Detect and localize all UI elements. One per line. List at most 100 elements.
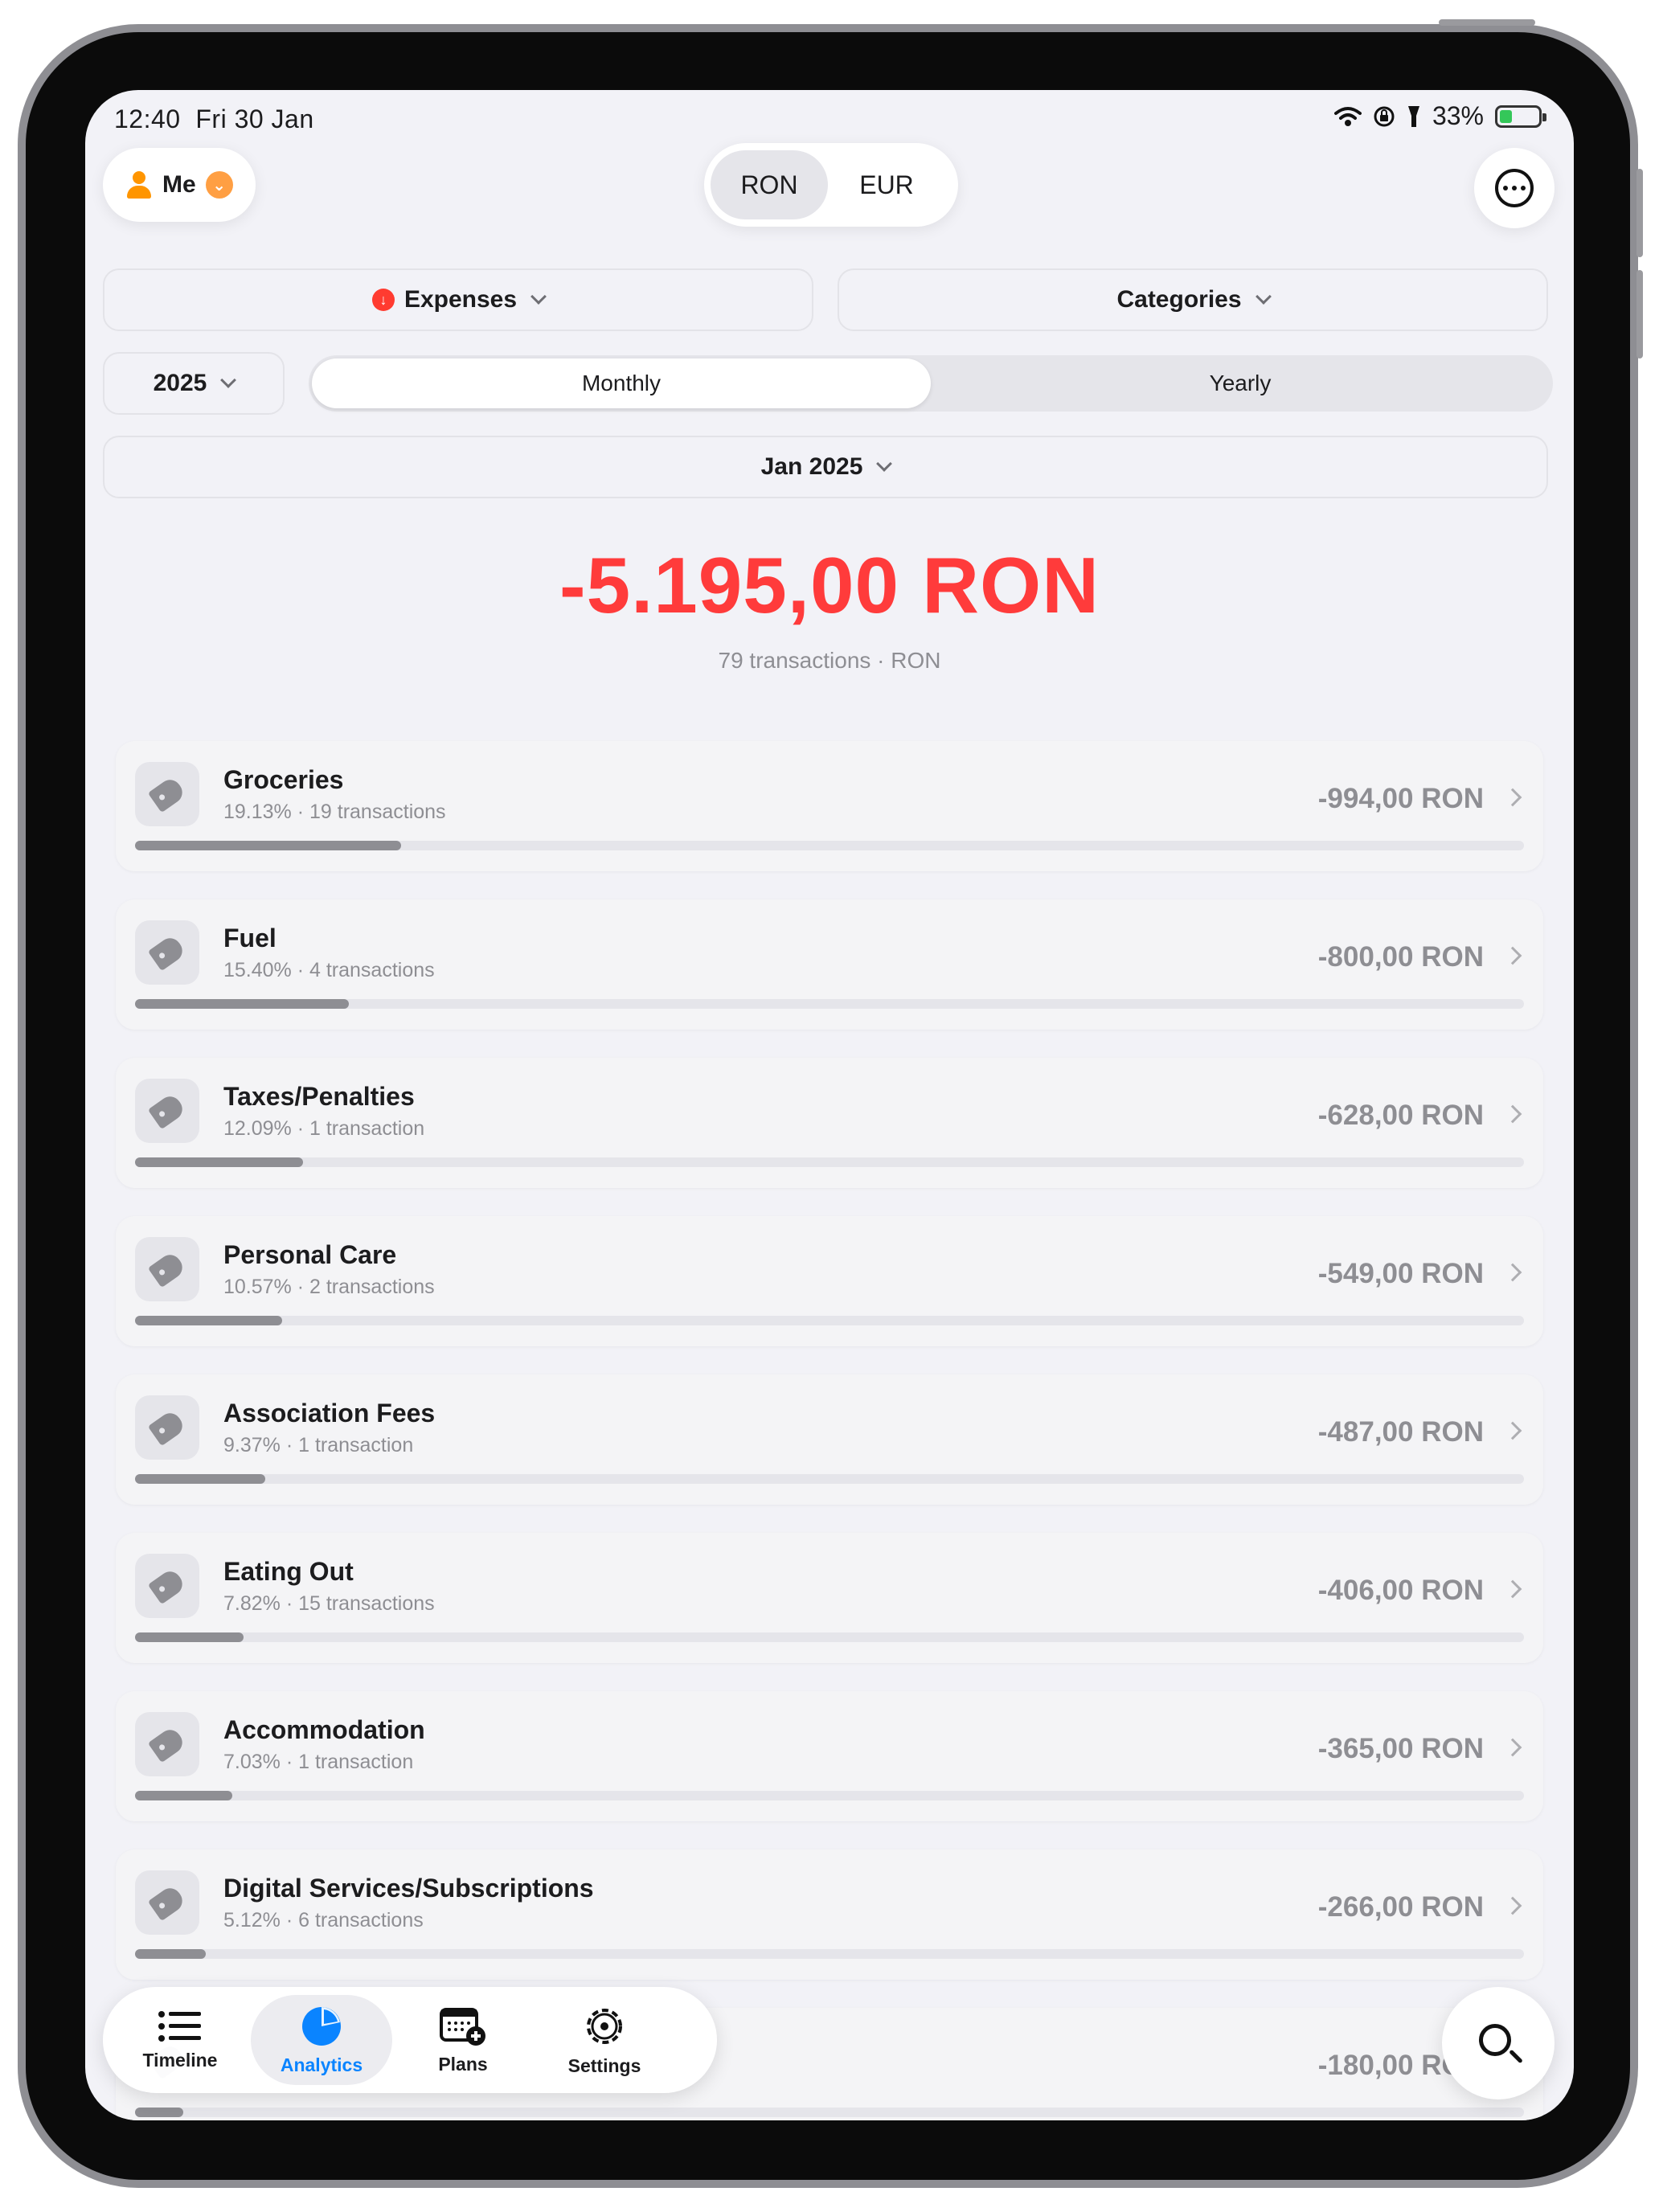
status-right: 33%	[1333, 101, 1546, 131]
category-share-track	[135, 1632, 1524, 1642]
category-amount: -549,00 RON	[1317, 1258, 1484, 1289]
category-share-track	[135, 1949, 1524, 1959]
period-switch: Monthly Yearly	[309, 355, 1553, 412]
category-share-track	[135, 1791, 1524, 1800]
category-meta: 7.82% · 15 transactions	[223, 1592, 435, 1615]
category-row[interactable]: Fuel 15.40% · 4 transactions -800,00 RON	[116, 899, 1543, 1030]
more-options-button[interactable]	[1474, 148, 1555, 228]
currency-option-eur[interactable]: EUR	[828, 150, 945, 219]
ellipsis-icon	[1495, 169, 1534, 207]
tag-icon-tile	[135, 1395, 199, 1460]
tab-analytics[interactable]: Analytics	[251, 1995, 392, 2085]
search-button[interactable]	[1442, 1987, 1555, 2099]
tab-bar: Timeline Analytics Plans Settings	[103, 1987, 717, 2093]
category-share-track	[135, 1316, 1524, 1325]
tab-plans-label: Plans	[438, 2053, 488, 2075]
tab-analytics-label: Analytics	[280, 2054, 363, 2075]
year-dropdown[interactable]: 2025	[103, 352, 285, 415]
total-subtitle: 79 transactions · RON	[718, 648, 941, 673]
profile-label: Me	[162, 171, 196, 198]
tab-timeline[interactable]: Timeline	[109, 1995, 251, 2085]
status-bar: 12:40 Fri 30 Jan 33%	[85, 90, 1574, 148]
wifi-icon	[1333, 106, 1362, 126]
category-row[interactable]: Digital Services/Subscriptions 5.12% · 6 …	[116, 1849, 1543, 1980]
tag-icon	[147, 1408, 187, 1447]
category-share-bar	[135, 1474, 265, 1484]
tag-icon-tile	[135, 1712, 199, 1776]
torch-icon	[1407, 105, 1419, 127]
category-meta: 7.03% · 1 transaction	[223, 1751, 414, 1773]
chevron-down-badge-icon: ⌄	[205, 171, 233, 199]
tab-settings[interactable]: Settings	[534, 1995, 675, 2085]
tab-timeline-label: Timeline	[142, 2049, 218, 2071]
period-option-yearly[interactable]: Yearly	[931, 358, 1550, 408]
pie-chart-icon	[302, 2006, 341, 2046]
currency-option-ron[interactable]: RON	[711, 150, 828, 219]
month-dropdown-label: Jan 2025	[760, 453, 863, 480]
category-share-bar	[135, 1632, 244, 1642]
category-row[interactable]: Personal Care 10.57% · 2 transactions -549…	[116, 1216, 1543, 1346]
total-amount: -5.195,00 RON	[559, 541, 1100, 629]
chevron-down-icon	[876, 456, 893, 472]
type-dropdown[interactable]: ↓ Expenses	[103, 268, 813, 331]
period-option-monthly[interactable]: Monthly	[312, 358, 931, 408]
category-amount: -628,00 RON	[1317, 1100, 1484, 1131]
category-share-track	[135, 1474, 1524, 1484]
category-share-bar	[135, 999, 350, 1009]
category-row[interactable]: Eating Out 7.82% · 15 transactions -406,00…	[116, 1533, 1543, 1663]
tag-icon-tile	[135, 1079, 199, 1143]
status-time: 12:40 Fri 30 Jan	[114, 104, 314, 133]
category-amount: -406,00 RON	[1317, 1575, 1484, 1606]
tag-icon-tile	[135, 1237, 199, 1301]
profile-button[interactable]: Me ⌄	[103, 148, 256, 222]
search-icon	[1479, 2024, 1511, 2056]
category-name: Fuel	[223, 924, 276, 952]
tag-icon	[147, 1883, 187, 1922]
category-share-track	[135, 841, 1524, 850]
category-row[interactable]: Groceries 19.13% · 19 transactions -994,00…	[116, 741, 1543, 871]
tab-settings-label: Settings	[567, 2054, 641, 2076]
category-meta: 19.13% · 19 transactions	[223, 801, 446, 823]
chevron-right-icon	[1503, 1421, 1522, 1440]
category-share-bar	[135, 1157, 303, 1167]
tag-icon	[147, 1250, 187, 1288]
tag-icon	[147, 1092, 187, 1130]
category-name: Digital Services/Subscriptions	[223, 1874, 594, 1903]
category-name: Association Fees	[223, 1399, 436, 1428]
category-row[interactable]: Association Fees 9.37% · 1 transaction -48…	[116, 1374, 1543, 1505]
category-share-bar	[135, 1949, 207, 1959]
battery-icon	[1495, 104, 1546, 128]
category-share-bar	[135, 1791, 233, 1800]
category-meta: 12.09% · 1 transaction	[223, 1117, 425, 1140]
arrow-down-circle-icon: ↓	[371, 289, 395, 311]
chevron-right-icon	[1503, 1104, 1522, 1124]
category-meta: 9.37% · 1 transaction	[223, 1434, 414, 1456]
chevron-right-icon	[1503, 1896, 1522, 1915]
category-amount: -800,00 RON	[1317, 941, 1484, 973]
tag-icon-tile	[135, 1554, 199, 1618]
person-icon	[125, 171, 153, 199]
category-share-bar	[135, 1316, 282, 1325]
category-share-track	[135, 999, 1524, 1009]
tab-plans[interactable]: Plans	[392, 1995, 534, 2085]
tag-icon-tile	[135, 762, 199, 826]
type-dropdown-label: Expenses	[403, 286, 518, 313]
tag-icon	[147, 1567, 187, 1605]
chevron-right-icon	[1503, 946, 1522, 965]
category-share-bar	[135, 2108, 184, 2117]
chevron-right-icon	[1503, 788, 1522, 807]
category-row[interactable]: Taxes/Penalties 12.09% · 1 transaction -62…	[116, 1058, 1543, 1188]
category-share-track	[135, 2108, 1524, 2117]
category-amount: -365,00 RON	[1317, 1733, 1484, 1764]
gear-icon	[587, 2008, 622, 2044]
category-name: Groceries	[223, 765, 344, 794]
category-amount: -266,00 RON	[1317, 1891, 1484, 1923]
group-dropdown[interactable]: Categories	[838, 268, 1548, 331]
category-name: Accommodation	[223, 1715, 425, 1744]
category-row[interactable]: Accommodation 7.03% · 1 transaction -365,0…	[116, 1691, 1543, 1821]
group-dropdown-label: Categories	[1116, 286, 1242, 313]
category-share-bar	[135, 841, 401, 850]
month-dropdown[interactable]: Jan 2025	[103, 436, 1548, 498]
category-name: Taxes/Penalties	[223, 1082, 415, 1111]
list-icon	[158, 2010, 201, 2042]
